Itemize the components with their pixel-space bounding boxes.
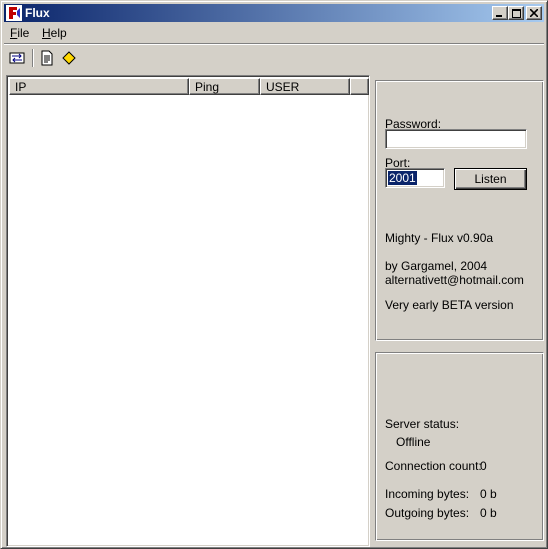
menu-help-accel: H bbox=[42, 26, 51, 40]
toolbar-separator bbox=[32, 49, 34, 67]
menu-bar: File Help bbox=[4, 24, 544, 42]
incoming-bytes-label: Incoming bytes: bbox=[385, 487, 470, 501]
column-header-ping[interactable]: Ping bbox=[189, 78, 260, 95]
close-icon bbox=[530, 9, 538, 17]
menu-file-label: ile bbox=[17, 26, 30, 40]
connect-icon bbox=[9, 52, 25, 64]
connection-count-label: Connection count: bbox=[385, 459, 482, 473]
listen-button[interactable]: Listen bbox=[454, 168, 527, 190]
about-version: Mighty - Flux v0.90a bbox=[385, 231, 494, 245]
connection-count-value: 0 bbox=[480, 459, 487, 473]
menu-file[interactable]: File bbox=[10, 26, 29, 40]
minimize-icon bbox=[496, 15, 502, 17]
connect-tool-button[interactable] bbox=[7, 48, 27, 68]
column-header-filler bbox=[350, 78, 369, 95]
close-button[interactable] bbox=[526, 6, 542, 20]
incoming-bytes-value: 0 b bbox=[480, 487, 497, 501]
menu-help-label: elp bbox=[50, 26, 67, 40]
server-status-label: Server status: bbox=[385, 417, 460, 431]
diamond-tool-button[interactable] bbox=[59, 48, 79, 68]
maximize-button[interactable] bbox=[508, 6, 524, 20]
server-status-value: Offline bbox=[396, 435, 431, 449]
window-title: Flux bbox=[25, 6, 50, 20]
outgoing-bytes-label: Outgoing bytes: bbox=[385, 506, 470, 520]
list-header: IP Ping USER bbox=[9, 78, 369, 95]
client-list[interactable]: IP Ping USER bbox=[6, 75, 370, 547]
document-tool-button[interactable] bbox=[37, 48, 57, 68]
port-value: 2001 bbox=[388, 171, 417, 185]
app-window: Flux File Help IP Ping USER Password: Po… bbox=[0, 0, 548, 549]
document-icon bbox=[41, 50, 53, 66]
toolbar bbox=[4, 45, 544, 71]
settings-panel: Password: Port: 2001 Listen Mighty - Flu… bbox=[375, 80, 544, 341]
outgoing-bytes-value: 0 b bbox=[480, 506, 497, 520]
password-field[interactable] bbox=[385, 129, 527, 149]
maximize-icon bbox=[512, 9, 521, 18]
about-note: Very early BETA version bbox=[385, 298, 514, 312]
about-email: alternativett@hotmail.com bbox=[385, 273, 524, 287]
menu-help[interactable]: Help bbox=[42, 26, 67, 40]
column-header-user[interactable]: USER bbox=[260, 78, 350, 95]
title-bar[interactable]: Flux bbox=[4, 4, 544, 22]
minimize-button[interactable] bbox=[492, 6, 508, 20]
port-field[interactable]: 2001 bbox=[385, 168, 445, 188]
flux-app-icon bbox=[6, 5, 22, 21]
diamond-icon bbox=[62, 51, 76, 65]
status-panel: Server status: Offline Connection count:… bbox=[375, 352, 544, 541]
column-header-ip[interactable]: IP bbox=[9, 78, 189, 95]
about-author: by Gargamel, 2004 bbox=[385, 259, 488, 273]
